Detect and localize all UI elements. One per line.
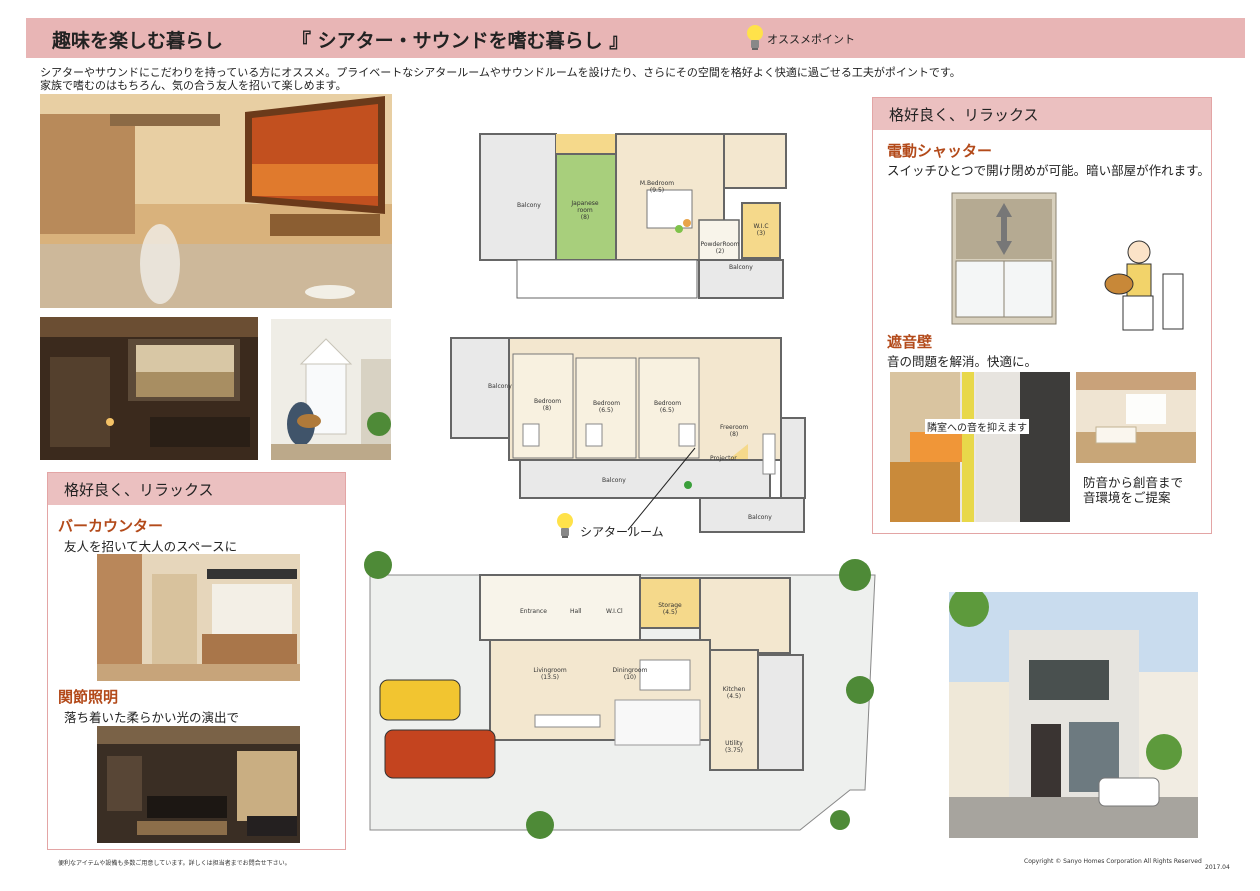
recommend-point-label: オススメポイント xyxy=(767,33,855,46)
powder-room-size: (2) xyxy=(715,248,725,255)
utility-size: (3.75) xyxy=(724,747,744,754)
shutter-title: 電動シャッター xyxy=(887,142,993,160)
indirect-lighting-desc: 落ち着いた柔らかい光の演出で xyxy=(64,710,240,725)
floor-plan-1f: Entrance Hall W.I.Cl Storage (4.5) Livin… xyxy=(360,550,888,850)
room-label-storage: Storage (4.5) xyxy=(656,602,684,616)
room-label-wicl: W.I.Cl xyxy=(606,608,623,615)
floor-plan-3f: Balcony Japanese room (8) M.Bedroom (9.5… xyxy=(477,128,789,303)
indirect-lighting-photo xyxy=(97,726,300,843)
room-label-bedroom-2: Bedroom (6.5) xyxy=(593,400,621,414)
utility-name: Utility xyxy=(725,740,743,747)
room-label-powder: PowderRoom (2) xyxy=(695,241,745,255)
guitar-room-photo xyxy=(271,319,391,460)
room-label-diningroom: Diningroom (10) xyxy=(612,667,648,681)
room-label-entrance: Entrance xyxy=(520,608,547,615)
bedroom-2-size: (6.5) xyxy=(598,407,614,414)
powder-room-name: PowderRoom xyxy=(700,241,740,248)
kitchen-size: (4.5) xyxy=(726,693,742,700)
shutter-illustration xyxy=(950,191,1058,326)
guitar-man-illustration xyxy=(1101,234,1187,334)
room-label-bedroom-1: Bedroom (8) xyxy=(534,398,562,412)
wic-size: (3) xyxy=(756,230,766,237)
kitchen-name: Kitchen xyxy=(722,686,746,693)
bedroom-3-name: Bedroom xyxy=(654,400,682,407)
bar-counter-desc: 友人を招いて大人のスペースに xyxy=(64,539,238,554)
soundproof-wall-title: 遮音壁 xyxy=(887,333,933,351)
freeroom-name: Freeroom xyxy=(720,424,749,431)
room-label-bedroom-3: Bedroom (6.5) xyxy=(654,400,682,414)
room-label-balcony-3f-right: Balcony xyxy=(729,264,753,271)
storage-size: (4.5) xyxy=(662,609,678,616)
lightbulb-icon xyxy=(745,22,765,52)
room-label-balcony-2f-left: Balcony xyxy=(488,383,512,390)
japanese-room-size: (8) xyxy=(580,214,590,221)
diningroom-size: (10) xyxy=(623,674,637,681)
soundproof-wall-label: 隣室への音を抑えます xyxy=(925,419,1029,434)
sound-room-photo xyxy=(1076,372,1196,463)
bedroom-2-name: Bedroom xyxy=(593,400,621,407)
intro-line-1: シアターやサウンドにこだわりを持っている方にオススメ。プライベートなシアタールー… xyxy=(40,66,961,79)
theater-room-label: シアタールーム xyxy=(580,525,664,539)
diningroom-name: Diningroom xyxy=(612,667,648,674)
room-label-projector: Projector xyxy=(710,455,737,462)
page-title: 『 シアター・サウンドを嗜む暮らし 』 xyxy=(292,30,629,52)
theater-lightbulb-icon xyxy=(555,510,575,540)
left-feature-panel: 格好良く、リラックス バーカウンター 友人を招いて大人のスペースに 関節照明 落… xyxy=(47,472,346,850)
room-label-japanese: Japanese room (8) xyxy=(565,200,605,221)
page-category-title: 趣味を楽しむ暮らし xyxy=(52,30,224,52)
house-exterior-photo xyxy=(949,592,1198,838)
right-panel-title: 格好良く、リラックス xyxy=(889,106,1039,124)
indirect-lighting-title: 関節照明 xyxy=(58,688,119,706)
room-label-freeroom: Freeroom (8) xyxy=(720,424,748,438)
freeroom-size: (8) xyxy=(729,431,739,438)
theater-room-photo xyxy=(40,94,392,308)
storage-name: Storage xyxy=(658,602,682,609)
room-label-wic: W.I.C (3) xyxy=(749,223,773,237)
room-label-livingroom: Livingroom (13.5) xyxy=(532,667,568,681)
right-panel-header: 格好良く、リラックス xyxy=(873,98,1211,130)
wic-name: W.I.C xyxy=(753,223,769,230)
shutter-desc: スイッチひとつで開け閉めが可能。暗い部屋が作れます。 xyxy=(887,163,1210,178)
theater-pointer-line xyxy=(627,447,696,531)
bar-counter-photo xyxy=(97,554,300,681)
sound-caption-line-2: 音環境をご提案 xyxy=(1083,490,1171,505)
right-feature-panel: 格好良く、リラックス 電動シャッター スイッチひとつで開け閉めが可能。暗い部屋が… xyxy=(872,97,1212,534)
left-panel-title: 格好良く、リラックス xyxy=(64,481,214,499)
bedroom-1-size: (8) xyxy=(542,405,552,412)
intro-text: シアターやサウンドにこだわりを持っている方にオススメ。プライベートなシアタールー… xyxy=(40,66,961,92)
soundproof-wall-illustration xyxy=(890,372,1070,522)
sound-caption-line-1: 防音から創音まで xyxy=(1083,475,1184,490)
livingroom-name: Livingroom xyxy=(533,667,567,674)
bedroom-3-size: (6.5) xyxy=(659,407,675,414)
copyright-text: Copyright © Sanyo Homes Corporation All … xyxy=(1024,858,1202,865)
mbedroom-name: M.Bedroom xyxy=(639,180,675,187)
room-label-balcony-3f-left: Balcony xyxy=(517,202,541,209)
bar-counter-title: バーカウンター xyxy=(58,517,164,535)
soundproof-wall-desc: 音の問題を解消。快適に。 xyxy=(887,354,1038,369)
room-label-balcony-2f-right: Balcony xyxy=(748,514,772,521)
japanese-room-name: Japanese room xyxy=(571,200,599,214)
room-label-kitchen: Kitchen (4.5) xyxy=(722,686,746,700)
room-label-mbedroom: M.Bedroom (9.5) xyxy=(637,180,677,194)
livingroom-size: (13.5) xyxy=(540,674,560,681)
room-label-hall: Hall xyxy=(570,608,582,615)
room-label-utility: Utility (3.75) xyxy=(722,740,746,754)
bedroom-1-name: Bedroom xyxy=(534,398,562,405)
sound-caption: 防音から創音まで 音環境をご提案 xyxy=(1083,475,1183,505)
mbedroom-size: (9.5) xyxy=(649,187,665,194)
screen-room-photo xyxy=(40,317,258,460)
footer-note: 便利なアイテムや設備も多数ご用意しています。詳しくは担当者までお問合せ下さい。 xyxy=(58,860,291,867)
document-date: 2017.04 xyxy=(1205,864,1230,871)
left-panel-header: 格好良く、リラックス xyxy=(48,473,345,505)
intro-line-2: 家族で嗜むのはもちろん、気の合う友人を招いて楽しめます。 xyxy=(40,79,347,92)
